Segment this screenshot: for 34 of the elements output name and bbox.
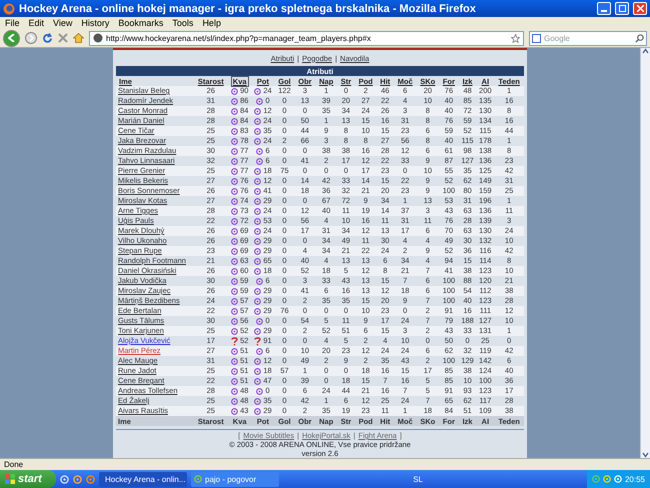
- taskbar-button[interactable]: pajo - pogovor: [191, 472, 279, 486]
- maximize-button[interactable]: [615, 2, 629, 15]
- question-icon: [254, 336, 262, 346]
- reload-icon[interactable]: [42, 32, 53, 44]
- search-icon[interactable]: [635, 34, 644, 42]
- menu-item[interactable]: Help: [202, 18, 221, 28]
- menu-item[interactable]: Edit: [28, 18, 44, 28]
- scroll-down-icon[interactable]: [642, 452, 649, 458]
- scrollbar[interactable]: [640, 48, 650, 458]
- close-button[interactable]: [633, 2, 647, 15]
- search-engine-icon: [532, 34, 541, 42]
- forward-button[interactable]: [25, 32, 37, 44]
- star-icon[interactable]: [511, 34, 520, 42]
- menu-item[interactable]: Tools: [172, 18, 194, 28]
- globe-icon: [93, 33, 103, 43]
- close-icon: [636, 5, 644, 12]
- address-field[interactable]: http://www.hockeyarena.net/sl/index.php?p=manager_team_players.php#x: [89, 30, 524, 46]
- language-indicator[interactable]: SL: [413, 474, 423, 484]
- minimize-button[interactable]: [597, 2, 611, 15]
- maximize-icon: [618, 5, 626, 12]
- home-icon[interactable]: [73, 33, 84, 43]
- menu-item[interactable]: View: [53, 18, 72, 28]
- windows-flag-icon: [5, 474, 15, 484]
- back-button[interactable]: [3, 30, 20, 46]
- clock: 20:55: [624, 474, 645, 484]
- window-title: Hockey Arena - online hokej manager - igra preko spletnega brskalnika - Mozilla Firefox: [19, 2, 477, 14]
- question-icon: [230, 336, 238, 346]
- menu-item[interactable]: File: [5, 18, 20, 28]
- browser-logo-icon: [3, 2, 15, 14]
- menu-item[interactable]: History: [81, 18, 110, 28]
- taskbar-button[interactable]: Hockey Arena - onlin...: [99, 472, 187, 486]
- scroll-up-icon[interactable]: [642, 48, 649, 54]
- stop-icon[interactable]: [58, 33, 68, 43]
- menu-item[interactable]: Bookmarks: [118, 18, 164, 28]
